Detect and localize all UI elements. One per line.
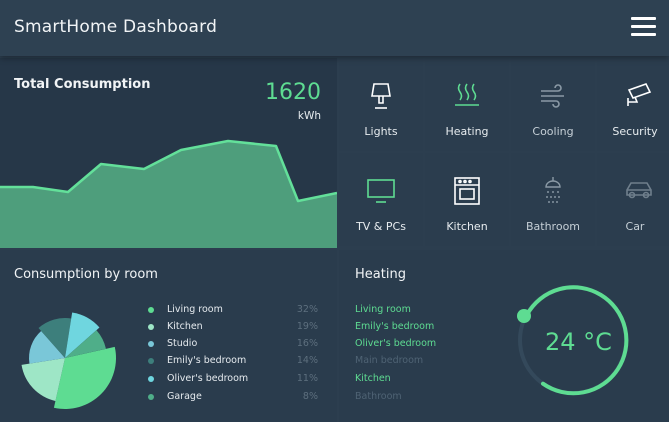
legend-dot: [148, 324, 154, 330]
heating-room-item[interactable]: Main bedroom: [355, 355, 423, 366]
consumption-by-room-panel: Consumption by room Living room 32% Kitc…: [0, 250, 337, 422]
room-percent: 8%: [302, 391, 318, 402]
room-pie-chart: [21, 312, 116, 409]
monitor-icon: [367, 179, 395, 203]
device-label: Car: [625, 220, 645, 233]
top-bar: SmartHome Dashboard: [0, 0, 669, 56]
heating-panel: Heating Living room Emily's bedroom Oliv…: [339, 250, 669, 422]
room-legend-item: Studio 16%: [148, 338, 318, 352]
heating-room-item[interactable]: Oliver's bedroom: [355, 338, 436, 349]
total-consumption-title: Total Consumption: [14, 77, 151, 92]
room-legend-item: Emily's bedroom 14%: [148, 355, 318, 369]
device-heating[interactable]: Heating: [425, 58, 509, 151]
device-kitchen[interactable]: Kitchen: [425, 153, 509, 246]
legend-dot: [148, 358, 154, 364]
temperature-knob: [517, 309, 531, 323]
legend-dot: [148, 394, 154, 400]
device-label: TV & PCs: [356, 220, 406, 233]
room-percent: 32%: [296, 304, 318, 315]
hamburger-menu-icon[interactable]: [631, 17, 656, 37]
total-consumption-panel: Total Consumption 1620 kWh: [0, 58, 337, 248]
device-label: Lights: [364, 125, 398, 138]
car-icon: [626, 182, 652, 199]
device-car[interactable]: Car: [597, 153, 669, 246]
security-camera-icon: [627, 83, 652, 106]
devices-grid: Lights Heating Cooling Security TV & PCs…: [339, 58, 669, 248]
heating-room-item[interactable]: Bathroom: [355, 391, 402, 402]
oven-icon: [454, 177, 480, 205]
lamp-icon: [371, 83, 391, 109]
total-consumption-unit: kWh: [297, 110, 321, 122]
heating-room-item[interactable]: Emily's bedroom: [355, 321, 434, 332]
heat-waves-icon: [455, 83, 479, 106]
room-legend-item: Oliver's bedroom 11%: [148, 373, 318, 387]
room-name: Studio: [167, 338, 198, 349]
device-label: Cooling: [532, 125, 574, 138]
room-legend-item: Garage 8%: [148, 391, 318, 405]
heating-title: Heating: [355, 267, 406, 282]
room-percent: 19%: [296, 321, 318, 332]
legend-dot: [148, 341, 154, 347]
room-legend-item: Living room 32%: [148, 304, 318, 318]
device-label: Security: [612, 125, 658, 138]
shower-icon: [545, 177, 561, 203]
device-lights[interactable]: Lights: [339, 58, 423, 151]
room-name: Living room: [167, 304, 223, 315]
wind-icon: [541, 84, 564, 108]
device-security[interactable]: Security: [597, 58, 669, 151]
total-consumption-value: 1620: [265, 80, 321, 105]
device-label: Kitchen: [446, 220, 488, 233]
room-name: Kitchen: [167, 321, 203, 332]
heating-room-item[interactable]: Living room: [355, 304, 411, 315]
device-label: Heating: [445, 125, 489, 138]
device-bathroom[interactable]: Bathroom: [511, 153, 595, 246]
room-percent: 16%: [296, 338, 318, 349]
legend-dot: [148, 376, 154, 382]
device-cooling[interactable]: Cooling: [511, 58, 595, 151]
consumption-by-room-title: Consumption by room: [14, 267, 158, 282]
room-name: Garage: [167, 391, 202, 402]
room-name: Emily's bedroom: [167, 355, 247, 366]
device-tv-pcs[interactable]: TV & PCs: [339, 153, 423, 246]
room-percent: 14%: [296, 355, 318, 366]
legend-dot: [148, 307, 154, 313]
room-legend-item: Kitchen 19%: [148, 321, 318, 335]
room-name: Oliver's bedroom: [167, 373, 249, 384]
heating-room-item[interactable]: Kitchen: [355, 373, 391, 384]
device-label: Bathroom: [525, 220, 581, 233]
temperature-value: 24 °C: [545, 328, 612, 356]
room-percent: 11%: [296, 373, 318, 384]
app-title: SmartHome Dashboard: [14, 17, 218, 37]
